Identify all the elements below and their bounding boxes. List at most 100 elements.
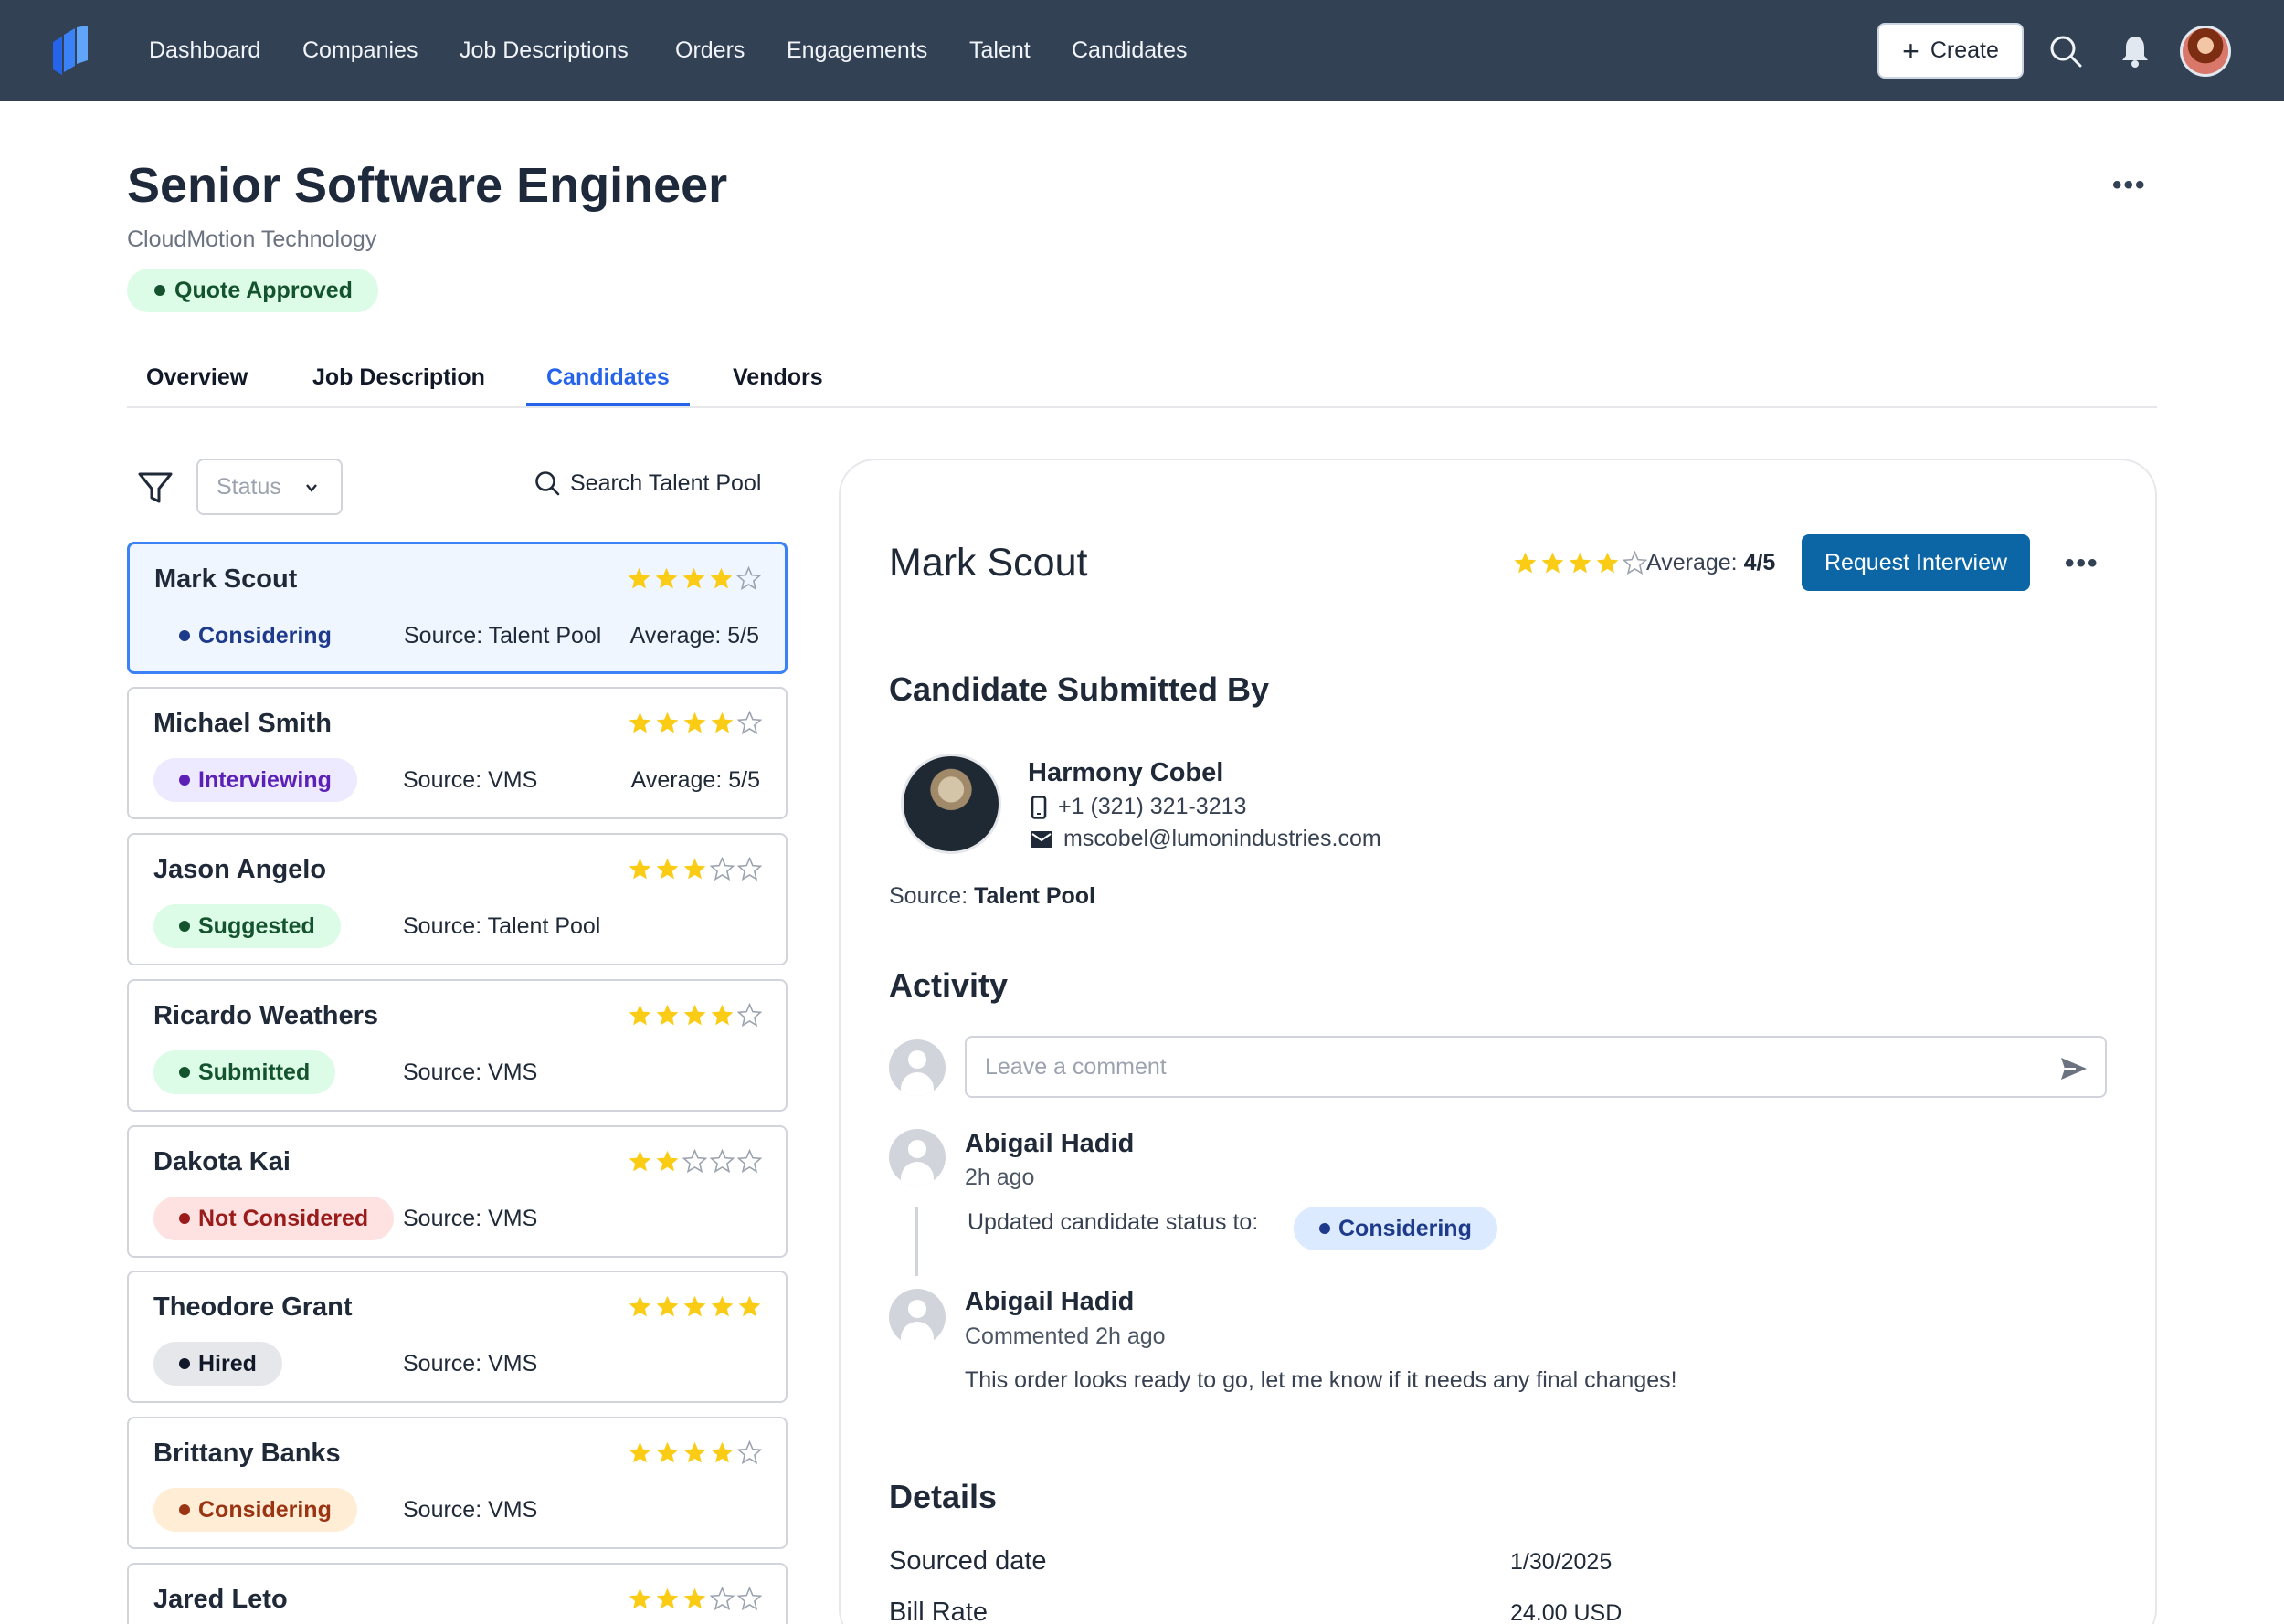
star-empty-icon (737, 1587, 762, 1611)
nav-engagements[interactable]: Engagements (787, 35, 927, 66)
submitted-by-heading: Candidate Submitted By (889, 670, 1270, 708)
more-options-icon[interactable]: ••• (2112, 170, 2147, 201)
page-title: Senior Software Engineer (127, 158, 728, 213)
star-filled-icon (683, 858, 706, 880)
status-dot-icon (179, 1067, 190, 1078)
star-filled-icon (1514, 552, 1537, 574)
star-empty-icon (710, 1587, 735, 1611)
candidate-status-label: Hired (198, 1350, 257, 1376)
request-interview-button[interactable]: Request Interview (1802, 534, 2030, 591)
submitter-email[interactable]: mscobel@lumonindustries.com (1031, 826, 1381, 852)
star-filled-icon (629, 1587, 651, 1609)
candidate-card[interactable]: Brittany Banks Considering Source: VMS (127, 1417, 788, 1549)
phone-icon (1031, 795, 1047, 819)
star-filled-icon (656, 1295, 679, 1317)
nav-companies[interactable]: Companies (302, 35, 418, 66)
order-status-label: Quote Approved (174, 277, 353, 303)
candidate-name: Brittany Banks (153, 1439, 341, 1468)
detail-source-value: Talent Pool (974, 883, 1095, 909)
status-dot-icon (179, 630, 190, 641)
candidate-status-badge: Interviewing (153, 758, 357, 802)
candidate-name: Jared Leto (153, 1585, 288, 1614)
candidate-status-label: Interviewing (198, 766, 332, 793)
source-value: Talent Pool (487, 913, 601, 939)
candidate-status-badge: Considering (154, 614, 357, 658)
star-empty-icon (682, 1149, 707, 1174)
activity-connector (915, 1207, 918, 1276)
candidate-card[interactable]: Jared Leto (127, 1563, 788, 1624)
star-filled-icon (683, 1441, 706, 1463)
candidate-rating (628, 1294, 762, 1319)
source-label: Source: (404, 623, 483, 649)
comment-placeholder: Leave a comment (985, 1053, 1167, 1080)
candidate-name: Michael Smith (153, 709, 332, 738)
candidate-status-badge: Suggested (153, 904, 341, 948)
candidate-status-label: Considering (198, 1496, 332, 1523)
comment-input[interactable]: Leave a comment (965, 1036, 2107, 1098)
app-logo-icon[interactable] (53, 26, 90, 75)
nav-dashboard[interactable]: Dashboard (149, 35, 260, 66)
status-dot-icon (179, 775, 190, 786)
activity-avatar (889, 1289, 946, 1345)
candidate-name: Jason Angelo (153, 855, 327, 884)
chevron-down-icon (306, 484, 317, 492)
user-avatar[interactable] (2180, 26, 2231, 77)
star-empty-icon (737, 1149, 762, 1174)
candidate-rating (628, 1587, 762, 1611)
candidate-card[interactable]: Theodore Grant Hired Source: VMS (127, 1271, 788, 1403)
candidate-source: Source: VMS (403, 1351, 537, 1377)
bell-icon[interactable] (2117, 33, 2153, 69)
status-dot-icon (154, 285, 165, 296)
star-filled-icon (656, 712, 679, 733)
status-filter-select[interactable]: Status (196, 459, 343, 515)
average-value: 5/5 (728, 767, 760, 793)
submitter-phone-text: +1 (321) 321-3213 (1058, 794, 1247, 819)
candidate-rating (628, 1440, 762, 1465)
candidate-card[interactable]: Mark Scout Considering Source: Talent Po… (127, 542, 788, 674)
source-label: Source: (403, 1060, 482, 1085)
candidate-card[interactable]: Ricardo Weathers Submitted Source: VMS (127, 979, 788, 1112)
mail-icon (1031, 830, 1052, 848)
candidate-card[interactable]: Dakota Kai Not Considered Source: VMS (127, 1125, 788, 1258)
tab-candidates[interactable]: Candidates (526, 364, 690, 406)
source-label: Source: (403, 1497, 482, 1523)
nav-job-descriptions[interactable]: Job Descriptions (460, 35, 629, 66)
send-icon[interactable] (2059, 1054, 2088, 1083)
nav-talent[interactable]: Talent (969, 35, 1031, 66)
source-label: Source: (403, 767, 482, 793)
source-value: VMS (488, 1206, 538, 1231)
more-options-icon[interactable]: ••• (2065, 548, 2099, 579)
star-filled-icon (629, 1150, 651, 1172)
source-value: Talent Pool (488, 623, 602, 649)
star-empty-icon (1623, 551, 1647, 575)
activity-text: Updated candidate status to: (968, 1209, 1259, 1235)
plus-icon: + (1902, 34, 1919, 68)
submitter-phone[interactable]: +1 (321) 321-3213 (1031, 794, 1246, 820)
candidate-card[interactable]: Jason Angelo Suggested Source: Talent Po… (127, 833, 788, 965)
tab-vendors[interactable]: Vendors (733, 364, 823, 406)
activity-status-label: Considering (1338, 1215, 1472, 1241)
star-filled-icon (629, 1004, 651, 1026)
candidate-status-label: Not Considered (198, 1205, 369, 1231)
detail-source-label: Source: (889, 883, 968, 909)
source-value: VMS (488, 1351, 538, 1376)
star-empty-icon (737, 1440, 762, 1465)
search-talent-pool-link[interactable]: Search Talent Pool (534, 469, 761, 497)
tab-job-description[interactable]: Job Description (312, 364, 485, 406)
tab-overview[interactable]: Overview (146, 364, 248, 406)
filter-icon[interactable] (137, 469, 174, 506)
details-heading: Details (889, 1478, 998, 1515)
create-button[interactable]: + Create (1877, 23, 2024, 79)
activity-comment-text: This order looks ready to go, let me kno… (965, 1367, 1677, 1393)
nav-orders[interactable]: Orders (675, 35, 745, 66)
nav-candidates[interactable]: Candidates (1072, 35, 1187, 66)
detail-label-bill-rate: Bill Rate (889, 1598, 988, 1624)
source-value: VMS (488, 767, 538, 793)
star-filled-icon (711, 712, 734, 733)
status-dot-icon (179, 1504, 190, 1515)
candidate-source: Source: VMS (403, 767, 537, 794)
candidate-card[interactable]: Michael Smith Interviewing Source: VMS A… (127, 687, 788, 819)
search-icon[interactable] (2047, 33, 2084, 69)
source-label: Source: (403, 1206, 482, 1231)
candidate-rating (628, 1149, 762, 1174)
